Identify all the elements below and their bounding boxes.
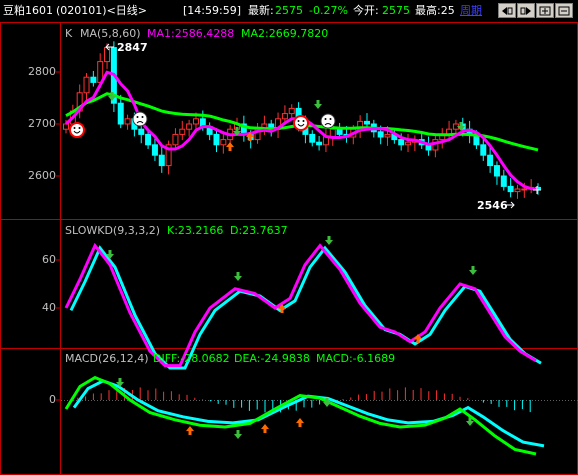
macd-diff-value: DIFF:-28.0682	[153, 352, 230, 365]
candle-up	[172, 133, 179, 146]
y-tick-0: 0	[49, 393, 56, 406]
candle-up	[514, 188, 521, 193]
next-button[interactable]	[517, 3, 535, 18]
time-stamp: [14:59:59]	[183, 4, 241, 17]
kd-k-value: K:23.2166	[167, 224, 224, 237]
ma2-value: MA2:2669.7820	[241, 27, 329, 40]
y-tick-40: 40	[42, 301, 56, 314]
buy-arrow-icon	[186, 426, 194, 435]
next-icon	[520, 7, 531, 15]
sad-face-icon	[320, 113, 336, 129]
buy-arrow-icon	[296, 418, 304, 427]
candle-down	[145, 133, 152, 146]
chart-area[interactable]	[0, 22, 578, 475]
candle-down	[90, 76, 97, 83]
high-annotation: 2847	[117, 41, 148, 54]
instrument-name: 豆粕1601	[3, 4, 53, 17]
candle-up	[521, 188, 528, 191]
candle-down	[117, 102, 124, 125]
macd-diff-line	[64, 375, 537, 456]
kd-k-line	[64, 242, 537, 368]
sell-arrow-icon	[325, 236, 333, 245]
ma1-value: MA1:2586.4288	[147, 27, 235, 40]
candle-up	[220, 139, 227, 146]
candle-up	[384, 133, 391, 138]
low-annotation: 2546	[477, 199, 508, 212]
happy-face-icon	[69, 122, 85, 138]
zoom-in-icon	[539, 6, 551, 16]
candle-down	[336, 128, 343, 135]
candle-down	[151, 144, 158, 156]
candle-down	[316, 141, 323, 146]
change-pct: -0.27%	[309, 4, 348, 17]
macd-dea-value: DEA:-24.9838	[234, 352, 310, 365]
y-tick-60: 60	[42, 253, 56, 266]
prev-icon	[502, 7, 513, 15]
zoom-out-icon	[558, 6, 570, 16]
open-value: 2575	[382, 4, 410, 17]
y-tick-2800: 2800	[28, 65, 56, 78]
candle-up	[405, 141, 412, 146]
ma-label: MA(5,8,60)	[80, 27, 141, 40]
candle-up	[288, 107, 295, 115]
candle-down	[487, 154, 494, 167]
open-label: 今开:	[353, 4, 379, 17]
candle-up	[124, 118, 131, 125]
sell-arrow-icon	[314, 100, 322, 109]
candle-down	[158, 154, 165, 167]
y-tick-2600: 2600	[28, 169, 56, 182]
high-label: 最高:25	[415, 5, 455, 17]
macd-title: MACD(26,12,4)	[65, 352, 149, 365]
period-link[interactable]: 周期	[460, 5, 482, 17]
sell-arrow-icon	[469, 266, 477, 275]
happy-face-icon	[293, 115, 309, 131]
candle-down	[377, 131, 384, 138]
sell-arrow-icon	[234, 272, 242, 281]
tick-marks	[56, 71, 60, 401]
latest-label: 最新:	[248, 4, 274, 17]
prev-button[interactable]	[498, 3, 516, 18]
code-period: (020101)<日线>	[56, 4, 148, 17]
k-label: K	[65, 27, 73, 40]
candle-down	[493, 165, 500, 177]
title-bar: 豆粕1601 (020101)<日线> [14:59:59] 最新: 2575 …	[0, 0, 578, 22]
candle-up	[281, 113, 288, 120]
macd-dea-line	[72, 379, 545, 448]
candle-down	[138, 128, 145, 135]
candle-up	[63, 123, 69, 130]
candle-up	[83, 76, 90, 94]
candle-down	[480, 144, 487, 156]
candle-down	[309, 133, 316, 143]
macd-value: MACD:-6.1689	[316, 352, 396, 365]
sad-face-icon	[132, 111, 148, 127]
candle-down	[398, 139, 405, 146]
kd-d-value: D:23.7637	[230, 224, 288, 237]
latest-value: 2575	[275, 4, 303, 17]
zoom-out-button[interactable]	[555, 3, 573, 18]
y-tick-2700: 2700	[28, 117, 56, 130]
zoom-in-button[interactable]	[536, 3, 554, 18]
candle-down	[213, 133, 220, 146]
candle-down	[500, 175, 507, 187]
candle-down	[507, 185, 514, 193]
candle-up	[186, 123, 193, 130]
buy-arrow-icon	[226, 142, 234, 151]
sell-arrow-icon	[234, 430, 242, 439]
candle-down	[363, 120, 370, 125]
kd-title: SLOWKD(9,3,3,2)	[65, 224, 161, 237]
buy-arrow-icon	[261, 424, 269, 433]
candle-up	[179, 128, 186, 135]
candle-up	[192, 118, 199, 125]
